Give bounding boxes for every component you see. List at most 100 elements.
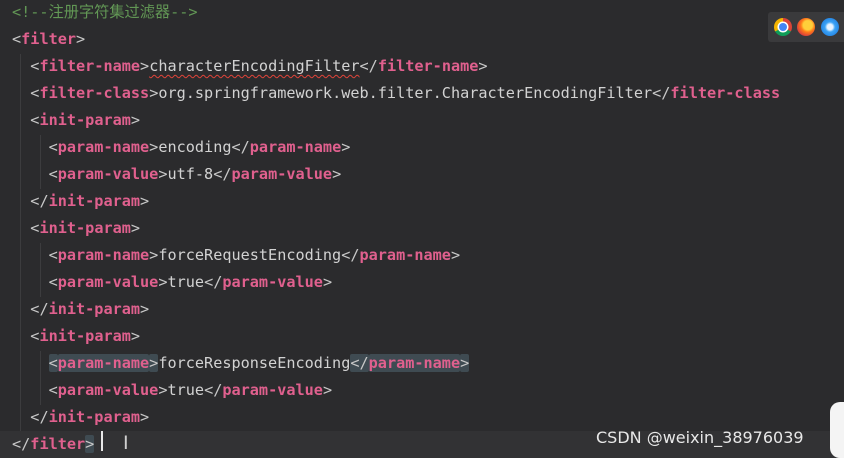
code-line[interactable]: <param-name>encoding</param-name>	[0, 134, 351, 161]
code-comment: <!--注册字符集过滤器-->	[12, 3, 198, 21]
code-tag-name: param-name	[249, 138, 342, 156]
code-tag-name: param-value	[222, 381, 323, 399]
code-bracket: </	[231, 138, 250, 156]
code-bracket: >	[130, 327, 141, 345]
code-bracket: >	[149, 138, 159, 156]
code-bracket: </	[213, 165, 232, 183]
code-bracket: </	[12, 435, 31, 453]
code-line[interactable]: <param-name>forceRequestEncoding</param-…	[0, 242, 461, 269]
code-bracket: <	[48, 246, 58, 264]
code-text: encoding	[158, 138, 232, 156]
code-bracket: >	[332, 165, 342, 183]
code-bracket: >	[341, 138, 351, 156]
code-bracket: <	[12, 30, 22, 48]
code-tag-name: filter-class	[39, 84, 150, 102]
code-line[interactable]: <param-value>true</param-value>	[0, 269, 333, 296]
code-tag-name: init-param	[48, 300, 141, 318]
code-bracket: <	[48, 165, 58, 183]
code-line[interactable]: </init-param>	[0, 296, 149, 323]
code-tag-name: param-value	[57, 273, 159, 291]
code-text: forceResponseEncoding	[158, 354, 351, 372]
code-bracket: <	[48, 138, 58, 156]
chrome-icon[interactable]	[773, 18, 792, 36]
text-caret	[101, 431, 103, 451]
code-tag-name: param-name	[57, 246, 150, 264]
code-line[interactable]: <filter-name>characterEncodingFilter</fi…	[0, 53, 488, 80]
code-tag-name: param-name	[57, 138, 150, 156]
code-bracket: </	[359, 57, 378, 75]
code-tag-name: init-param	[48, 192, 141, 210]
code-bracket: </	[30, 300, 49, 318]
safari-icon[interactable]	[820, 18, 839, 36]
open-in-browser-bar	[768, 12, 844, 42]
code-line[interactable]: <!--注册字符集过滤器-->	[0, 0, 198, 26]
code-bracket: </	[341, 246, 360, 264]
code-line[interactable]: <filter-class>org.springframework.web.fi…	[0, 80, 780, 107]
code-bracket: </	[30, 192, 49, 210]
code-line[interactable]: <param-value>utf-8</param-value>	[0, 161, 342, 188]
code-line[interactable]: </init-param>	[0, 404, 149, 431]
watermark: CSDN @weixin_38976039	[596, 428, 804, 447]
code-bracket: >	[322, 381, 333, 399]
code-line[interactable]: <param-name>forceResponseEncoding</param…	[0, 350, 470, 377]
window-edge-artifact	[830, 402, 844, 458]
code-text: forceRequestEncoding	[158, 246, 342, 264]
code-text-error: characterEncodingFilter	[149, 57, 360, 75]
code-tag-name: param-value	[57, 381, 159, 399]
code-bracket: >	[460, 354, 470, 372]
code-tag-name: filter-class	[670, 84, 781, 102]
mouse-ibeam-cursor: I	[123, 432, 129, 454]
code-bracket: </	[204, 273, 223, 291]
code-text: true	[167, 273, 205, 291]
code-bracket: >	[149, 354, 159, 372]
code-text: true	[167, 381, 205, 399]
code-bracket: </	[350, 354, 369, 372]
code-text: org.springframework.web.filter.Character…	[158, 84, 653, 102]
code-bracket: >	[140, 300, 150, 318]
code-bracket: >	[140, 57, 150, 75]
firefox-icon[interactable]	[797, 18, 815, 36]
code-bracket: >	[149, 246, 159, 264]
code-line[interactable]: <filter>	[0, 26, 85, 53]
code-line[interactable]: </init-param>	[0, 188, 149, 215]
code-bracket: <	[48, 273, 58, 291]
code-tag-name: init-param	[48, 408, 141, 426]
code-bracket: >	[450, 246, 461, 264]
code-bracket: >	[130, 111, 141, 129]
code-tag-name: filter	[21, 30, 77, 48]
code-bracket: >	[478, 57, 488, 75]
code-line[interactable]: <init-param>	[0, 323, 140, 350]
code-editor[interactable]: <!--注册字符集过滤器--> <filter> <filter-name>cha…	[0, 0, 844, 458]
code-bracket: <	[48, 381, 58, 399]
code-tag-name: param-name	[359, 246, 451, 264]
code-bracket: </	[204, 381, 223, 399]
code-bracket: >	[322, 273, 333, 291]
code-line[interactable]: <init-param>	[0, 215, 140, 242]
code-bracket: >	[140, 408, 150, 426]
code-tag-name: param-name	[368, 354, 461, 372]
code-tag-name: param-value	[57, 165, 159, 183]
code-bracket: </	[30, 408, 49, 426]
code-tag-name: param-name	[57, 354, 150, 372]
code-line[interactable]: <init-param>	[0, 107, 140, 134]
code-bracket: </	[652, 84, 671, 102]
code-tag-name: param-value	[231, 165, 333, 183]
code-tag-name: init-param	[39, 327, 131, 345]
code-tag-name: init-param	[39, 111, 131, 129]
code-bracket: >	[130, 219, 141, 237]
code-bracket: >	[85, 435, 95, 453]
code-bracket: <	[48, 354, 58, 372]
code-line[interactable]: <param-value>true</param-value>	[0, 377, 333, 404]
